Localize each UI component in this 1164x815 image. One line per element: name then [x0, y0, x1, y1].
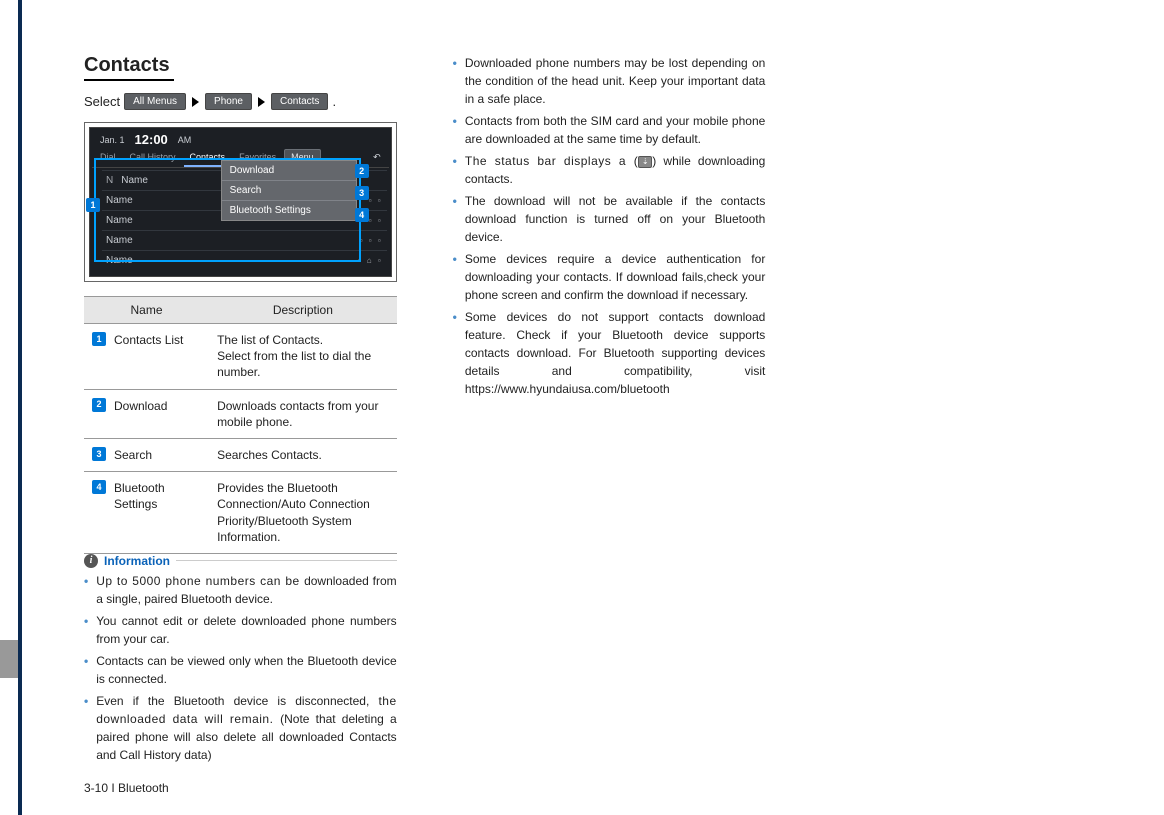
section-title: Contacts: [84, 54, 174, 81]
select-label: Select: [84, 94, 120, 109]
reference-table: Name Description 1 Contacts List The list…: [84, 296, 397, 554]
info-10: Some devices do not support contacts dow…: [465, 308, 765, 398]
row1-desc: The list of Contacts. Select from the li…: [209, 324, 397, 390]
side-tab: [0, 640, 18, 678]
callout-1: 1: [86, 198, 100, 212]
info-divider: [176, 560, 397, 561]
callout-2: 2: [355, 164, 369, 178]
info-6: Contacts from both the SIM card and your…: [465, 112, 765, 148]
scr-row-name: Name: [106, 235, 133, 246]
badge-2: 2: [92, 398, 106, 412]
info-9: Some devices require a device authentica…: [465, 250, 765, 304]
chip-contacts: Contacts: [271, 93, 328, 110]
row3-name: Search: [114, 447, 152, 463]
chevron-right-icon: [258, 97, 265, 107]
scr-row-name: Name: [106, 255, 133, 266]
th-name: Name: [84, 297, 209, 324]
period: .: [332, 94, 336, 109]
side-stripe: [18, 0, 22, 815]
scr-tab-dial: Dial: [94, 149, 122, 167]
info-label: Information: [104, 554, 170, 568]
page-footer: 3-10 I Bluetooth: [84, 781, 169, 795]
chip-all-menus: All Menus: [124, 93, 186, 110]
th-desc: Description: [209, 297, 397, 324]
scr-dropdown: Download Search Bluetooth Settings: [221, 160, 357, 221]
scr-ampm: AM: [178, 135, 192, 145]
scr-row-name: Name: [106, 215, 133, 226]
info-2: You cannot edit or delete downloaded pho…: [96, 612, 396, 648]
scr-menu-download: Download: [222, 161, 356, 181]
scr-col-name: Name: [121, 175, 148, 186]
breadcrumb: Select All Menus Phone Contacts .: [84, 93, 397, 110]
badge-3: 3: [92, 447, 106, 461]
download-status-icon: ⇣: [638, 156, 652, 168]
row2-desc: Downloads contacts from your mobile phon…: [209, 389, 397, 438]
badge-1: 1: [92, 332, 106, 346]
row4-name: Bluetooth Settings: [114, 480, 201, 512]
info-8: The download will not be available if th…: [465, 192, 765, 246]
info-5: Downloaded phone numbers may be lost dep…: [465, 54, 765, 108]
scr-tab-history: Call History: [124, 149, 182, 167]
scr-row-name: Name: [106, 195, 133, 206]
scr-time: 12:00: [135, 132, 168, 147]
row3-desc: Searches Contacts.: [209, 438, 397, 471]
info-1a: Up to 5000 phone numbers can be: [96, 574, 304, 588]
scr-menu-search: Search: [222, 181, 356, 201]
row4-desc: Provides the Bluetooth Connection/Auto C…: [209, 472, 397, 554]
callout-4: 4: [355, 208, 369, 222]
row2-name: Download: [114, 398, 167, 414]
scr-menu-bt: Bluetooth Settings: [222, 201, 356, 220]
chip-phone: Phone: [205, 93, 252, 110]
info-3: Contacts can be viewed only when the Blu…: [96, 652, 396, 688]
device-screenshot: Jan. 1 12:00 AM Dial Call History Contac…: [84, 122, 397, 282]
callout-3: 3: [355, 186, 369, 200]
info-4a: Even if the Bluetooth device is disconne…: [96, 694, 378, 708]
info-7a: The status bar displays a (: [465, 154, 638, 168]
info-heading: i Information: [84, 554, 397, 568]
scr-date: Jan. 1: [100, 135, 125, 145]
info-icon: i: [84, 554, 98, 568]
badge-4: 4: [92, 480, 106, 494]
row1-name: Contacts List: [114, 332, 183, 348]
chevron-right-icon: [192, 97, 199, 107]
scr-col-n: N: [106, 175, 113, 186]
scr-back-icon: ↶: [367, 149, 387, 167]
